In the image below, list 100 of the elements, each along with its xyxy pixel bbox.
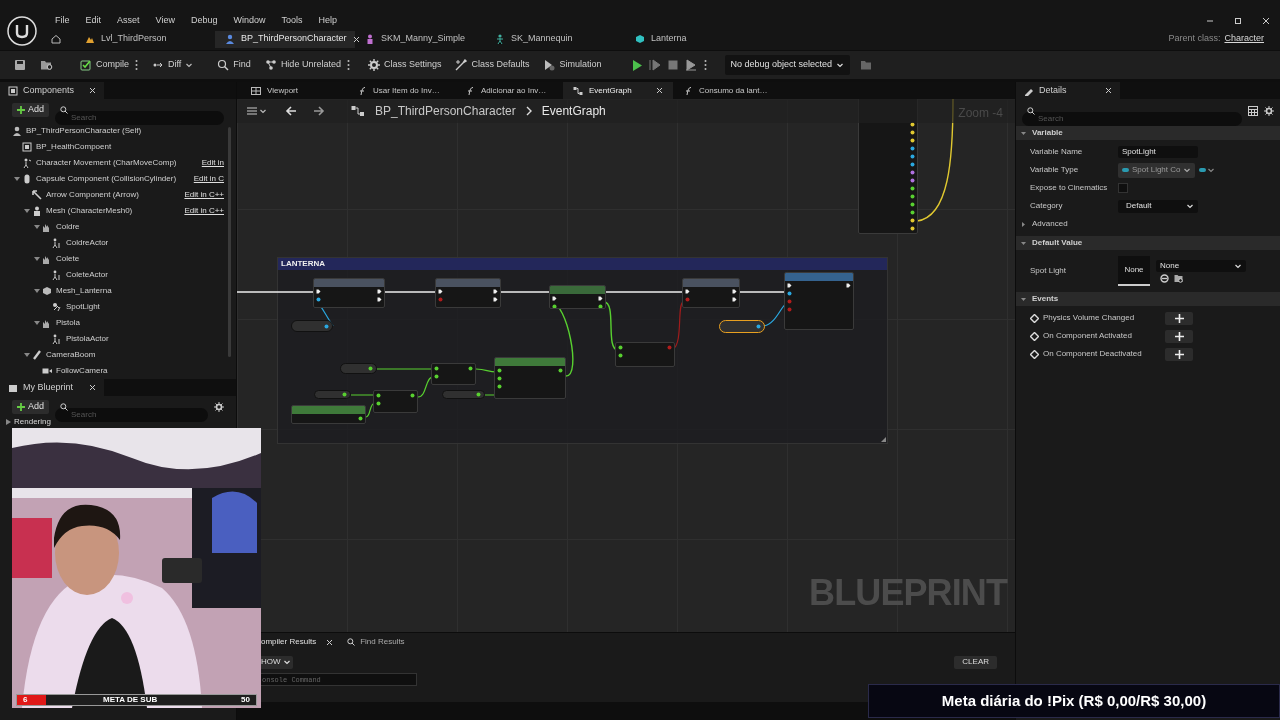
back-button[interactable] (285, 106, 297, 116)
toolbar-button[interactable]: Hide Unrelated (260, 54, 345, 76)
add-button[interactable]: Add (12, 103, 49, 117)
scrollbar[interactable] (228, 127, 231, 357)
tree-item[interactable]: Colete (0, 251, 236, 267)
graph-menu-button[interactable] (247, 107, 267, 115)
function-node[interactable] (435, 278, 501, 308)
compare-node[interactable] (615, 342, 675, 367)
checkbox[interactable] (1118, 183, 1128, 193)
menu-item[interactable]: Asset (109, 14, 148, 28)
breadcrumb-item[interactable]: EventGraph (541, 102, 606, 120)
chevron-down-icon (185, 61, 194, 69)
show-dropdown[interactable]: HOW (259, 655, 293, 669)
tree-item[interactable]: Pistola (0, 315, 236, 331)
graph-tab[interactable]: Viewport (241, 82, 347, 99)
tree-item[interactable]: Arrow Component (Arrow) Edit in C++ (0, 187, 236, 203)
toolbar-button[interactable]: Find (213, 54, 255, 76)
tree-item[interactable]: BP_HealthCompoent (0, 139, 236, 155)
variable-name-field[interactable]: SpotLight (1118, 146, 1198, 158)
toolbar-button[interactable]: Compile (76, 54, 133, 76)
menu-item[interactable]: File (47, 14, 78, 28)
menu-item[interactable]: View (147, 14, 183, 28)
edit-in-cpp-link[interactable]: Edit in C++ (184, 205, 236, 217)
graph-tab[interactable]: Adicionar ao Inv… (455, 82, 563, 99)
variable-node[interactable] (314, 390, 351, 399)
forward-button[interactable] (313, 106, 325, 116)
operator-node[interactable] (373, 390, 418, 413)
tree-item[interactable]: Character Movement (CharMoveComp) Edit in (0, 155, 236, 171)
category-dropdown[interactable]: Default (1118, 199, 1198, 213)
toolbar-button[interactable]: Class Defaults (451, 54, 534, 76)
asset-dropdown[interactable]: None (1156, 259, 1246, 272)
tree-item[interactable]: FollowCamera (0, 363, 236, 379)
section-header[interactable]: Events (1016, 292, 1280, 306)
function-node[interactable] (313, 278, 385, 308)
edit-in-cpp-link[interactable]: Edit in C++ (184, 189, 236, 201)
function-node[interactable] (291, 405, 366, 424)
panel-tab[interactable]: ompiler Results (259, 634, 336, 650)
edit-in-cpp-link[interactable]: Edit in C (193, 173, 236, 185)
tree-item[interactable]: BP_ThirdPersonCharacter (Self) (0, 123, 236, 139)
exec-pin-icon (377, 297, 382, 302)
add-event-button[interactable] (1165, 329, 1193, 343)
category-label[interactable]: Rendering (14, 418, 51, 426)
close-icon (326, 638, 334, 646)
document-tab[interactable]: Lvl_ThirdPerson (75, 30, 215, 48)
function-node[interactable] (682, 278, 740, 308)
tree-item[interactable]: Mesh_Lanterna (0, 283, 236, 299)
tree-item[interactable]: ColeteActor (0, 267, 236, 283)
search-field[interactable]: Search (55, 407, 208, 422)
back-arrow-icon (285, 106, 297, 116)
data-pin-icon (910, 154, 915, 159)
panel-tab[interactable]: Find Results (345, 634, 407, 650)
panel-tab[interactable]: Components (0, 82, 104, 99)
close-icon (1261, 16, 1271, 26)
menu-item[interactable]: Window (225, 14, 274, 28)
add-event-button[interactable] (1165, 311, 1193, 325)
section-header[interactable]: Variable (1016, 126, 1280, 140)
add-event-button[interactable] (1165, 347, 1193, 361)
menu-item[interactable]: Edit (77, 14, 110, 28)
variable-node[interactable] (340, 363, 377, 374)
function-node[interactable] (784, 272, 854, 330)
search-field[interactable]: Search (55, 110, 224, 125)
tree-item[interactable]: ColdreActor (0, 235, 236, 251)
debug-object-dropdown[interactable]: No debug object selected (724, 55, 851, 75)
toolbar-button[interactable]: Class Settings (363, 54, 446, 76)
panel-tab[interactable]: Details (1016, 82, 1120, 99)
clear-button[interactable]: CLEAR (954, 655, 997, 669)
menu-item[interactable]: Help (310, 14, 345, 28)
breadcrumb-item[interactable]: BP_ThirdPersonCharacter (375, 102, 516, 120)
set-node[interactable] (549, 285, 606, 309)
graph-tab[interactable]: Consumo da lant… (673, 82, 783, 99)
close-icon (89, 384, 96, 391)
graph-tab[interactable]: EventGraph (563, 82, 673, 99)
parent-class-link[interactable]: Character (1224, 32, 1264, 46)
variable-type-dropdown[interactable]: Spot Light Co (1118, 162, 1196, 178)
section-header[interactable]: Default Value (1016, 236, 1280, 250)
toolbar-button[interactable]: Diff (148, 54, 198, 76)
operator-node[interactable] (431, 363, 476, 385)
menu-item[interactable]: Debug (182, 14, 226, 28)
variable-node[interactable] (719, 320, 765, 333)
search-field[interactable]: Search (1022, 111, 1242, 126)
tree-item[interactable]: Mesh (CharacterMesh0) Edit in C++ (0, 203, 236, 219)
tree-item[interactable]: SpotLight (0, 299, 236, 315)
menu-item[interactable]: Tools (273, 14, 311, 28)
container-type-dropdown[interactable] (1199, 166, 1216, 174)
edit-in-cpp-link[interactable]: Edit in (201, 157, 236, 169)
add-button[interactable]: Add (12, 400, 49, 414)
variable-node[interactable] (291, 320, 333, 332)
function-node[interactable] (494, 357, 566, 399)
panel-tab[interactable]: My Blueprint (0, 379, 104, 396)
tree-item[interactable]: CameraBoom (0, 347, 236, 363)
tree-item[interactable]: Coldre (0, 219, 236, 235)
document-tab[interactable]: SKM_Manny_Simple (355, 30, 485, 48)
advanced-group[interactable]: Advanced (1016, 215, 1280, 233)
document-tab[interactable]: Lanterna (625, 30, 745, 48)
toolbar-button[interactable]: Simulation (539, 54, 606, 76)
variable-node[interactable] (442, 390, 485, 399)
tree-item[interactable]: PistolaActor (0, 331, 236, 347)
graph-tab[interactable]: Usar Item do Inv… (347, 82, 455, 99)
document-tab[interactable]: SK_Mannequin (485, 30, 625, 48)
tree-item[interactable]: Capsule Component (CollisionCylinder) Edit in C (0, 171, 236, 187)
